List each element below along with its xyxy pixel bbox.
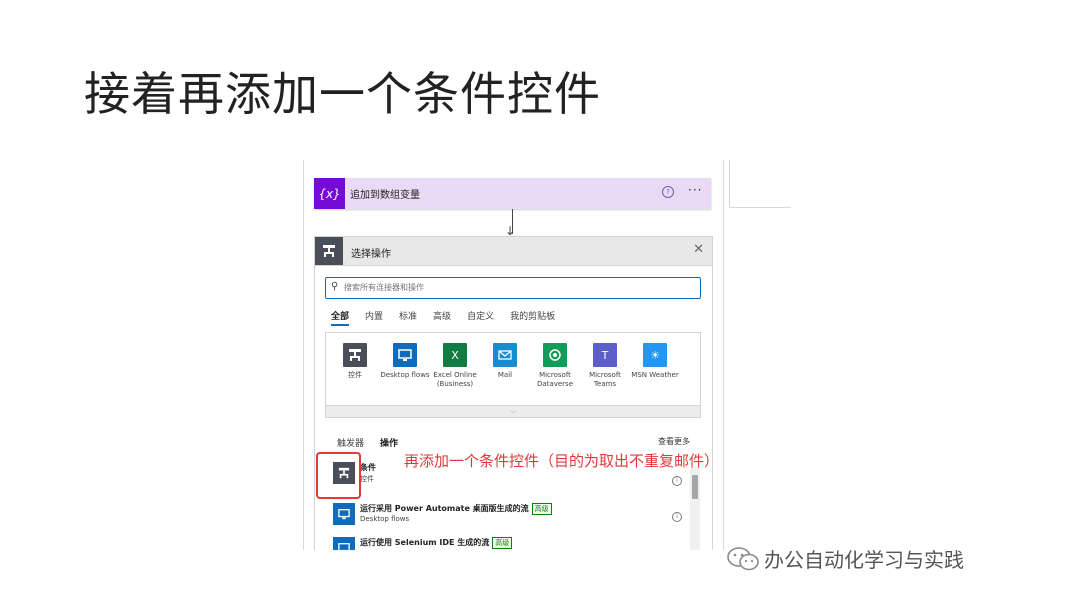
desktop-icon <box>333 537 355 550</box>
panel-title: 选择操作 <box>351 249 391 260</box>
connector-label: Microsoft Dataverse <box>537 371 573 388</box>
tab-triggers[interactable]: 触发器 <box>337 439 364 449</box>
divider <box>723 160 724 550</box>
scrollbar-thumb[interactable] <box>692 475 698 499</box>
connector-excel-online[interactable]: X Excel Online (Business) <box>430 343 480 389</box>
action-run-desktop-flow[interactable]: 运行采用 Power Automate 桌面版生成的流 高级 Desktop fl… <box>333 503 673 531</box>
search-box[interactable]: ⚲ <box>325 277 701 299</box>
mail-icon <box>493 343 517 367</box>
connector-label: Microsoft Teams <box>589 371 621 388</box>
tab-my-clipboard[interactable]: 我的剪贴板 <box>510 309 555 324</box>
connector-label: Mail <box>497 371 513 379</box>
action-title: 运行使用 Selenium IDE 生成的流 高级 <box>360 537 513 549</box>
action-run-selenium-flow[interactable]: 运行使用 Selenium IDE 生成的流 高级 <box>333 537 673 550</box>
tab-custom[interactable]: 自定义 <box>467 309 494 324</box>
excel-icon: X <box>443 343 467 367</box>
tab-premium[interactable]: 高级 <box>433 309 451 324</box>
slide-title: 接着再添加一个条件控件 <box>84 67 601 121</box>
divider <box>729 207 791 208</box>
connector-label: Desktop flows <box>380 371 430 379</box>
weather-icon: ☀ <box>643 343 667 367</box>
divider <box>729 160 730 208</box>
choose-operation-panel: 选择操作 ✕ ⚲ 全部内置标准高级自定义我的剪贴板 控件 Desktop flo… <box>314 236 713 550</box>
tab-actions[interactable]: 操作 <box>380 439 398 449</box>
desktop-icon <box>333 503 355 525</box>
connector-msn-weather[interactable]: ☀ MSN Weather <box>630 343 680 380</box>
dataverse-icon <box>543 343 567 367</box>
control-icon <box>315 237 343 265</box>
tab-all[interactable]: 全部 <box>331 309 350 326</box>
action-title: 条件 <box>360 463 376 472</box>
more-options-button[interactable]: ··· <box>688 183 702 197</box>
trigger-action-tabs: 触发器 操作 <box>337 436 414 449</box>
action-title: 运行采用 Power Automate 桌面版生成的流 高级 <box>360 503 552 515</box>
step-title: 追加到数组变量 <box>350 190 420 201</box>
control-icon <box>343 343 367 367</box>
connector-label: Excel Online (Business) <box>433 371 477 388</box>
connector-grid: 控件 Desktop flows X Excel Online (Busines… <box>325 332 701 406</box>
expand-connectors-button[interactable]: ⌵ <box>325 405 701 418</box>
connector-label: 控件 <box>348 371 362 379</box>
append-array-variable-step[interactable]: {x} 追加到数组变量 ? ··· <box>314 178 711 209</box>
desktop-icon <box>393 343 417 367</box>
annotation-text: 再添加一个条件控件（目的为取出不重复邮件） <box>404 452 720 470</box>
variable-icon: {x} <box>314 178 345 209</box>
premium-badge: 高级 <box>492 537 513 549</box>
connector-label: MSN Weather <box>631 371 679 379</box>
connector-teams[interactable]: T Microsoft Teams <box>580 343 630 389</box>
connector-mail[interactable]: Mail <box>480 343 530 380</box>
wechat-icon <box>726 546 760 577</box>
watermark: 办公自动化学习与实践 <box>726 544 964 577</box>
see-more-link[interactable]: 查看更多 <box>658 436 690 447</box>
connector-dataverse[interactable]: Microsoft Dataverse <box>530 343 580 389</box>
action-connector: Desktop flows <box>360 515 410 523</box>
tab-built-in[interactable]: 内置 <box>365 309 383 324</box>
connector-control[interactable]: 控件 <box>330 343 380 380</box>
question-circle-icon[interactable]: ? <box>662 186 674 198</box>
watermark-text: 办公自动化学习与实践 <box>764 548 964 572</box>
search-input[interactable] <box>344 280 684 294</box>
info-icon[interactable]: i <box>672 476 682 486</box>
premium-badge: 高级 <box>531 503 552 515</box>
highlight-box <box>316 452 361 499</box>
close-icon[interactable]: ✕ <box>693 242 704 257</box>
arrow-down-icon: ↓ <box>505 224 516 238</box>
search-icon: ⚲ <box>331 281 339 292</box>
divider <box>303 160 304 550</box>
tab-standard[interactable]: 标准 <box>399 309 417 324</box>
info-icon[interactable]: i <box>672 512 682 522</box>
teams-icon: T <box>593 343 617 367</box>
panel-header: 选择操作 ✕ <box>315 237 712 266</box>
flow-designer-screenshot: {x} 追加到数组变量 ? ··· ↓ 选择操作 ✕ ⚲ 全部内置标准高级自定义… <box>303 160 791 550</box>
category-tabs: 全部 内置 标准 高级 自定义 我的剪贴板 <box>331 309 571 326</box>
connector-desktop-flows[interactable]: Desktop flows <box>380 343 430 380</box>
action-connector: 控件 <box>360 475 374 483</box>
